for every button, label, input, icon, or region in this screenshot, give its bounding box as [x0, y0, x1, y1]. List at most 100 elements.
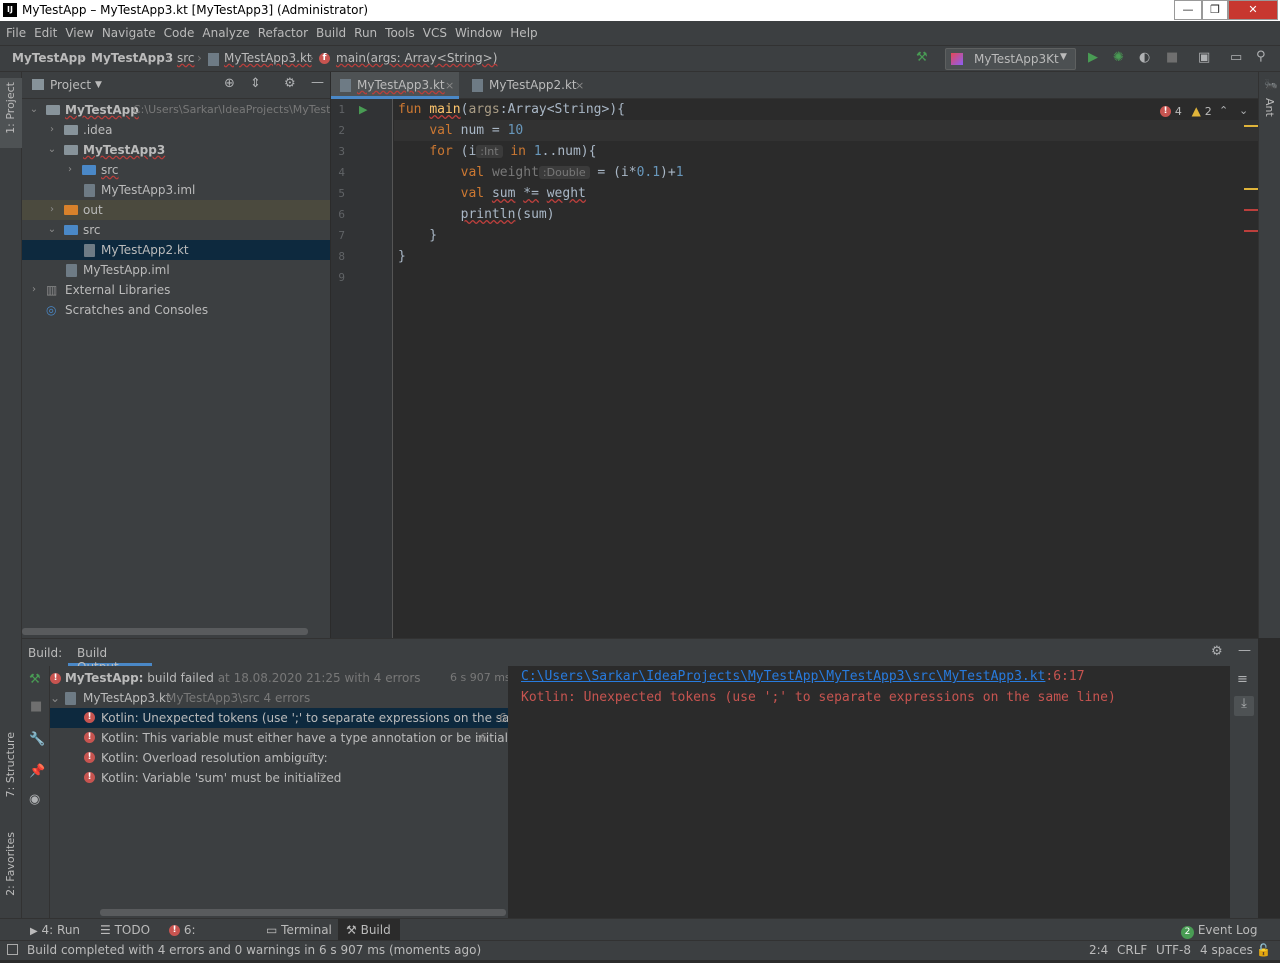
stop-icon[interactable]: ■ [30, 699, 42, 714]
file-link[interactable]: C:\Users\Sarkar\IdeaProjects\MyTestApp\M… [521, 669, 1045, 684]
tree-item-src-root[interactable]: ⌄ src [22, 220, 330, 240]
tab-build-output[interactable]: Build Output [68, 639, 152, 674]
wrench-icon[interactable]: 🔧 [29, 732, 45, 747]
breadcrumb-folder[interactable]: src [177, 51, 195, 65]
error-marker[interactable] [1244, 209, 1258, 211]
chevron-down-icon[interactable]: ⌄ [50, 688, 60, 708]
gear-icon[interactable]: ⚙ [1211, 644, 1223, 659]
coverage-icon[interactable]: ◐ [1139, 50, 1150, 65]
menu-help[interactable]: Help [506, 21, 541, 45]
menu-code[interactable]: Code [160, 21, 199, 45]
tab-mytestapp2-kt[interactable]: MyTestApp2.kt × [463, 72, 591, 99]
scroll-to-end-icon[interactable]: ⤓ [1234, 696, 1254, 716]
project-tool-button[interactable]: 1: Project [0, 78, 22, 148]
chevron-right-icon[interactable]: › [46, 200, 58, 220]
gear-icon[interactable]: ⚙ [284, 76, 296, 91]
tree-item-scratches[interactable]: ◎ Scratches and Consoles [22, 300, 330, 320]
menu-tools[interactable]: Tools [381, 21, 419, 45]
build-hammer-icon[interactable]: ⚒ [29, 672, 41, 687]
todo-tool-button[interactable]: ☰ TODO [100, 919, 156, 941]
chevron-right-icon[interactable]: › [46, 120, 58, 140]
menu-refactor[interactable]: Refactor [254, 21, 312, 45]
indent-setting[interactable]: 4 spaces [1200, 941, 1253, 960]
presentation-icon[interactable]: ▭ [1230, 50, 1242, 65]
chevron-up-icon[interactable]: ⌃ [1219, 104, 1228, 117]
build-error-row[interactable]: ! Kotlin: Variable 'sum' must be initial… [50, 768, 508, 788]
run-tool-button[interactable]: ▶ 4: Run [30, 919, 86, 941]
terminal-tool-button[interactable]: ▭ Terminal [266, 919, 332, 941]
menu-vcs[interactable]: VCS [419, 21, 451, 45]
tree-item-mytestapp2-kt[interactable]: MyTestApp2.kt [22, 240, 330, 260]
build-tool-button[interactable]: ⚒ Build [338, 919, 400, 941]
menu-view[interactable]: View [61, 21, 97, 45]
tree-item-mytestapp3-iml[interactable]: MyTestApp3.iml [22, 180, 330, 200]
project-view-title[interactable]: Project [50, 78, 91, 92]
menu-window[interactable]: Window [451, 21, 506, 45]
menu-run[interactable]: Run [350, 21, 381, 45]
horizontal-scrollbar[interactable] [22, 628, 308, 635]
menu-edit[interactable]: Edit [30, 21, 61, 45]
tree-item-idea[interactable]: › .idea [22, 120, 330, 140]
run-gutter-icon[interactable]: ▶ [359, 103, 367, 116]
chevron-down-icon[interactable]: ⌄ [28, 100, 40, 120]
debug-icon[interactable]: ✺ [1113, 50, 1124, 65]
tree-item-src[interactable]: › src [22, 160, 330, 180]
maximize-button[interactable]: ❐ [1202, 0, 1228, 20]
tree-item-out[interactable]: › out [22, 200, 330, 220]
favorites-tool-button[interactable]: 2: Favorites [0, 832, 22, 912]
eye-icon[interactable]: ◉ [29, 792, 40, 807]
line-separator[interactable]: CRLF [1117, 941, 1147, 960]
chevron-down-icon[interactable]: ⌄ [46, 220, 58, 240]
chevron-down-icon[interactable]: ⌄ [1239, 104, 1248, 117]
run-icon[interactable]: ▶ [1088, 50, 1098, 65]
breadcrumb-project[interactable]: MyTestApp [12, 51, 86, 65]
problems-tool-button[interactable]: ! 6: Problems [169, 919, 251, 959]
lock-icon[interactable]: 🔓 [1256, 941, 1271, 960]
build-file-row[interactable]: ⌄ MyTestApp3.kt MyTestApp3\src 4 errors [50, 688, 508, 708]
tree-item-mytestapp-iml[interactable]: MyTestApp.iml [22, 260, 330, 280]
tree-item-mytestapp3[interactable]: ⌄ MyTestApp3 [22, 140, 330, 160]
collapse-all-icon[interactable]: ⇕ [250, 76, 261, 91]
build-summary-row[interactable]: ! MyTestApp: build failed at 18.08.2020 … [50, 668, 508, 688]
tree-item-mytestapp[interactable]: ⌄ MyTestApp C:\Users\Sarkar\IdeaProjects… [22, 100, 330, 120]
stop-icon[interactable]: ■ [1166, 50, 1178, 65]
structure-tool-button[interactable]: 7: Structure [0, 732, 22, 812]
menu-build[interactable]: Build [312, 21, 350, 45]
toggle-tool-windows-icon[interactable] [7, 944, 18, 955]
chevron-down-icon[interactable]: ⌄ [46, 140, 58, 160]
close-tab-icon[interactable]: × [445, 72, 454, 99]
chevron-down-icon[interactable]: ▼ [95, 80, 102, 90]
tab-mytestapp3-kt[interactable]: MyTestApp3.kt × [331, 72, 459, 99]
caret-position[interactable]: 2:4 [1089, 941, 1108, 960]
warning-marker[interactable] [1244, 125, 1258, 127]
search-icon[interactable]: ⚲ [1256, 49, 1266, 64]
hide-icon[interactable]: — [1238, 643, 1251, 658]
chevron-right-icon[interactable]: › [28, 280, 40, 300]
project-structure-icon[interactable]: ▣ [1198, 50, 1210, 65]
event-log-button[interactable]: 2 Event Log [1181, 919, 1271, 941]
menu-navigate[interactable]: Navigate [98, 21, 160, 45]
build-error-row[interactable]: ! Kotlin: Unexpected tokens (use ';' to … [50, 708, 508, 728]
minimize-button[interactable]: — [1174, 0, 1202, 20]
horizontal-scrollbar[interactable] [100, 909, 506, 916]
pin-icon[interactable]: 📌 [29, 764, 45, 779]
build-error-row[interactable]: ! Kotlin: This variable must either have… [50, 728, 508, 748]
ant-tool-button[interactable]: 🐜 Ant [1259, 76, 1280, 126]
build-error-row[interactable]: ! Kotlin: Overload resolution ambiguity:… [50, 748, 508, 768]
build-hammer-icon[interactable]: ⚒ [916, 50, 928, 65]
tree-item-external-libraries[interactable]: › ▥ External Libraries [22, 280, 330, 300]
close-tab-icon[interactable]: × [575, 72, 584, 99]
breadcrumb-file[interactable]: MyTestApp3.kt [224, 51, 312, 65]
file-encoding[interactable]: UTF-8 [1156, 941, 1191, 960]
code-editor[interactable]: ▶ fun main(args:Array<String>){ val num … [331, 99, 1258, 638]
chevron-right-icon[interactable]: › [64, 160, 76, 180]
menu-file[interactable]: File [2, 21, 30, 45]
soft-wrap-icon[interactable]: ≡ [1237, 672, 1248, 687]
breadcrumb-function[interactable]: main(args: Array<String>) [336, 51, 497, 65]
close-button[interactable]: ✕ [1228, 0, 1278, 20]
locate-icon[interactable]: ⊕ [224, 76, 235, 91]
run-configuration-dropdown[interactable]: MyTestApp3Kt ▼ [945, 48, 1076, 70]
hide-icon[interactable]: — [311, 75, 324, 90]
warning-marker[interactable] [1244, 188, 1258, 190]
breadcrumb-module[interactable]: MyTestApp3 [91, 51, 173, 65]
